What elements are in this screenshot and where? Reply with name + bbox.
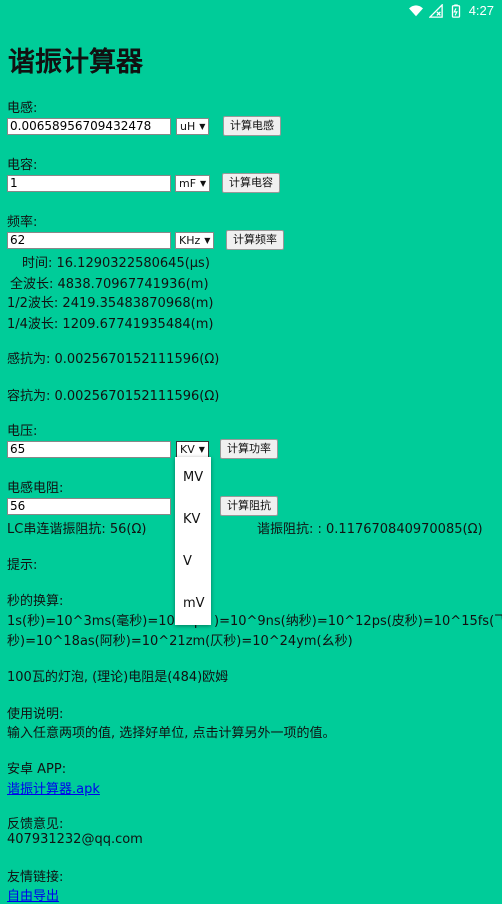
capacitance-unit-select[interactable]: mF ▼	[175, 175, 211, 192]
battery-icon	[451, 3, 460, 18]
frequency-input[interactable]: 62	[7, 232, 171, 249]
chevron-down-icon: ▼	[198, 445, 205, 454]
links-title: 友情链接:	[7, 870, 64, 885]
seconds-title: 秒的换算:	[7, 594, 64, 609]
feedback-title: 反馈意见:	[7, 817, 64, 832]
seconds-line-1: 1s(秒)=10^3ms(毫秒)=10^6μ	[7, 614, 203, 629]
voltage-unit-dropdown: MV KV V mV	[175, 457, 211, 625]
chevron-down-icon: ▼	[200, 179, 207, 188]
tips-label: 提示:	[7, 558, 38, 573]
seconds-line-2: 秒)=10^18as(阿秒)=10^21zm(仄秒)=10^24ym(幺秒)	[7, 634, 353, 649]
inductance-input[interactable]: 0.00658956709432478	[7, 118, 171, 135]
chevron-down-icon: ▼	[199, 122, 206, 131]
seconds-line-1-tail: )=10^9ns(纳秒)=10^12ps(皮秒)=10^15fs(飞	[214, 614, 502, 629]
feedback-email: 407931232@qq.com	[7, 832, 143, 847]
app-title: 安卓 APP:	[7, 762, 67, 777]
half-wavelength-text: 1/2波长: 2419.35483870968(m)	[7, 296, 214, 311]
wavelength-text: 全波长: 4838.70967741936(m)	[10, 277, 209, 292]
quarter-wavelength-text: 1/4波长: 1209.67741935484(m)	[7, 317, 214, 332]
period-text: 时间: 16.1290322580645(μs)	[22, 256, 210, 271]
capacitance-unit-value: mF	[179, 177, 197, 190]
app-download-link[interactable]: 谐振计算器.apk	[7, 782, 100, 797]
status-bar: 4:27	[0, 0, 502, 22]
resistance-label: 电感电阻:	[7, 481, 64, 496]
lc-series-impedance-text: LC串连谐振阻抗: 56(Ω)	[7, 522, 147, 537]
inductance-label: 电感:	[7, 101, 38, 116]
app-link-wrap: 谐振计算器.apk	[7, 778, 100, 797]
calc-power-button[interactable]: 计算功率	[220, 439, 278, 459]
chevron-down-icon: ▼	[204, 236, 211, 245]
lc-parallel-impedance-text: 谐振阻抗: : 0.117670840970085(Ω)	[257, 522, 483, 537]
usage-text: 输入任意两项的值, 选择好单位, 点击计算另外一项的值。	[7, 726, 336, 741]
dropdown-option-mv-upper[interactable]: MV	[175, 457, 211, 499]
inductance-unit-select[interactable]: uH ▼	[176, 118, 210, 135]
frequency-unit-select[interactable]: KHz ▼	[175, 232, 215, 249]
inductive-reactance-text: 感抗为: 0.0025670152111596(Ω)	[7, 352, 220, 367]
voltage-label: 电压:	[7, 424, 38, 439]
voltage-input[interactable]: 65	[7, 441, 171, 458]
page-title: 谐振计算器	[8, 47, 143, 78]
calc-inductance-button[interactable]: 计算电感	[223, 116, 281, 136]
frequency-label: 频率:	[7, 215, 38, 230]
links-item-wrap: 自由导出	[7, 885, 59, 904]
friend-link[interactable]: 自由导出	[7, 889, 59, 904]
voltage-unit-select[interactable]: KV ▼	[176, 441, 209, 458]
calc-capacitance-button[interactable]: 计算电容	[222, 173, 280, 193]
bulb-text: 100瓦的灯泡, (理论)电阻是(484)欧姆	[7, 670, 229, 685]
wifi-icon	[408, 4, 423, 16]
dropdown-option-kv[interactable]: KV	[175, 499, 211, 541]
usage-title: 使用说明:	[7, 707, 64, 722]
calc-frequency-button[interactable]: 计算频率	[226, 230, 284, 250]
voltage-unit-value: KV	[180, 443, 195, 456]
clock: 4:27	[468, 3, 494, 18]
calc-impedance-button[interactable]: 计算阻抗	[220, 496, 278, 516]
resistance-input[interactable]: 56	[7, 498, 171, 515]
dropdown-option-mv-lower[interactable]: mV	[175, 583, 211, 625]
dropdown-option-v[interactable]: V	[175, 541, 211, 583]
frequency-unit-value: KHz	[179, 234, 201, 247]
capacitive-reactance-text: 容抗为: 0.0025670152111596(Ω)	[7, 389, 220, 404]
inductance-unit-value: uH	[180, 120, 196, 133]
signal-off-icon	[428, 3, 443, 18]
capacitance-label: 电容:	[7, 158, 38, 173]
capacitance-input[interactable]: 1	[7, 175, 171, 192]
